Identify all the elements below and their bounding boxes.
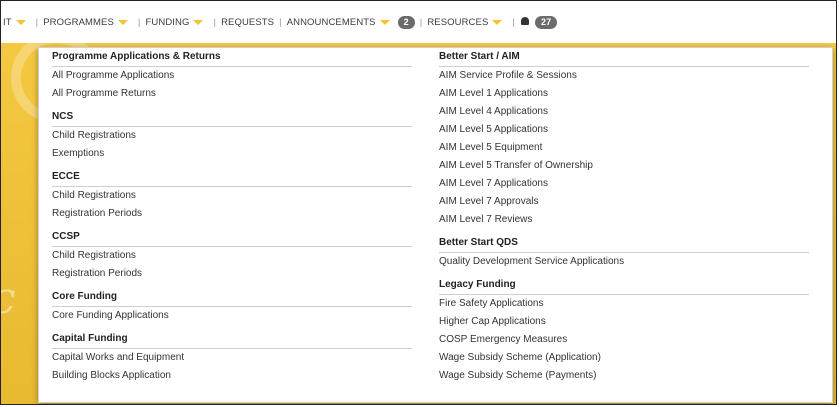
chevron-down-icon (379, 19, 390, 25)
menu-link-core-funding-applications[interactable]: Core Funding Applications (52, 307, 412, 325)
menu-link-all-programme-returns[interactable]: All Programme Returns (52, 85, 412, 103)
nav-separator: | (137, 16, 141, 28)
menu-link-aim-level-4-applications[interactable]: AIM Level 4 Applications (439, 103, 809, 121)
nav-item-programmes[interactable]: PROGRAMMES (43, 17, 133, 28)
menu-section-title: CCSP (52, 228, 412, 247)
menu-link-aim-level-5-transfer-of-ownership[interactable]: AIM Level 5 Transfer of Ownership (439, 157, 809, 175)
nav-item-funding[interactable]: FUNDING (146, 17, 209, 28)
nav-separator: | (35, 16, 39, 28)
nav-item-label: PROGRAMMES (43, 16, 114, 28)
menu-column-right: Better Start / AIM AIM Service Profile & … (439, 48, 809, 385)
menu-link-cosp-emergency-measures[interactable]: COSP Emergency Measures (439, 331, 809, 349)
app-window: IT | PROGRAMMES | FUNDING | REQUESTS | A… (0, 0, 837, 405)
menu-link-exemptions[interactable]: Exemptions (52, 145, 412, 163)
chevron-down-icon (15, 19, 26, 25)
menu-link-capital-works-and-equipment[interactable]: Capital Works and Equipment (52, 349, 412, 367)
announcements-count-badge: 2 (397, 15, 415, 29)
menu-link-child-registrations[interactable]: Child Registrations (52, 127, 412, 145)
menu-link-child-registrations[interactable]: Child Registrations (52, 247, 412, 265)
menu-link-aim-level-5-applications[interactable]: AIM Level 5 Applications (439, 121, 809, 139)
menu-link-wage-subsidy-scheme-application[interactable]: Wage Subsidy Scheme (Application) (439, 349, 809, 367)
notifications-button[interactable]: 27 (520, 15, 558, 29)
nav-separator: | (213, 16, 217, 28)
nav-item-label: IT (3, 16, 12, 28)
nav-item-announcements[interactable]: ANNOUNCEMENTS 2 (286, 15, 415, 29)
menu-link-quality-development-service-applications[interactable]: Quality Development Service Applications (439, 253, 809, 271)
menu-link-aim-level-1-applications[interactable]: AIM Level 1 Applications (439, 85, 809, 103)
menu-section-title: Programme Applications & Returns (52, 48, 412, 67)
nav-item-label: ANNOUNCEMENTS (286, 16, 376, 28)
menu-link-aim-level-5-equipment[interactable]: AIM Level 5 Equipment (439, 139, 809, 157)
menu-link-aim-level-7-reviews[interactable]: AIM Level 7 Reviews (439, 211, 809, 229)
nav-item-resources[interactable]: RESOURCES (427, 17, 507, 28)
notifications-count-badge: 27 (534, 15, 558, 29)
nav-separator: | (419, 16, 423, 28)
menu-link-registration-periods[interactable]: Registration Periods (52, 265, 412, 283)
menu-link-all-programme-applications[interactable]: All Programme Applications (52, 67, 412, 85)
menu-section-title: Capital Funding (52, 330, 412, 349)
menu-link-registration-periods[interactable]: Registration Periods (52, 205, 412, 223)
menu-link-child-registrations[interactable]: Child Registrations (52, 187, 412, 205)
menu-link-aim-level-7-approvals[interactable]: AIM Level 7 Approvals (439, 193, 809, 211)
chevron-down-icon (117, 19, 128, 25)
menu-section-title: Legacy Funding (439, 276, 809, 295)
nav-separator: | (279, 16, 282, 28)
nav-separator: | (512, 16, 515, 28)
menu-column-left: Programme Applications & Returns All Prog… (52, 48, 412, 385)
nav-item-partial[interactable]: IT (3, 17, 31, 28)
nav-item-label: RESOURCES (427, 16, 489, 28)
menu-section-title: Better Start / AIM (439, 48, 809, 67)
menu-link-aim-level-7-applications[interactable]: AIM Level 7 Applications (439, 175, 809, 193)
menu-link-higher-cap-applications[interactable]: Higher Cap Applications (439, 313, 809, 331)
nav-item-label: FUNDING (145, 16, 190, 28)
menu-link-wage-subsidy-scheme-payments[interactable]: Wage Subsidy Scheme (Payments) (439, 367, 809, 385)
menu-section-title: Better Start QDS (439, 234, 809, 253)
menu-section-title: ECCE (52, 168, 412, 187)
menu-link-building-blocks-application[interactable]: Building Blocks Application (52, 367, 412, 385)
bell-icon (520, 17, 529, 25)
menu-section-title: NCS (52, 108, 412, 127)
banner-decoration: c (1, 273, 16, 324)
nav-item-requests[interactable]: REQUESTS (221, 17, 274, 28)
menu-link-aim-service-profile-sessions[interactable]: AIM Service Profile & Sessions (439, 67, 809, 85)
programmes-dropdown-menu: Programme Applications & Returns All Prog… (38, 47, 833, 403)
top-navigation: IT | PROGRAMMES | FUNDING | REQUESTS | A… (1, 1, 836, 43)
chevron-down-icon (193, 19, 204, 25)
menu-link-fire-safety-applications[interactable]: Fire Safety Applications (439, 295, 809, 313)
nav-item-label: REQUESTS (221, 16, 275, 28)
menu-section-title: Core Funding (52, 288, 412, 307)
chevron-down-icon (492, 19, 503, 25)
